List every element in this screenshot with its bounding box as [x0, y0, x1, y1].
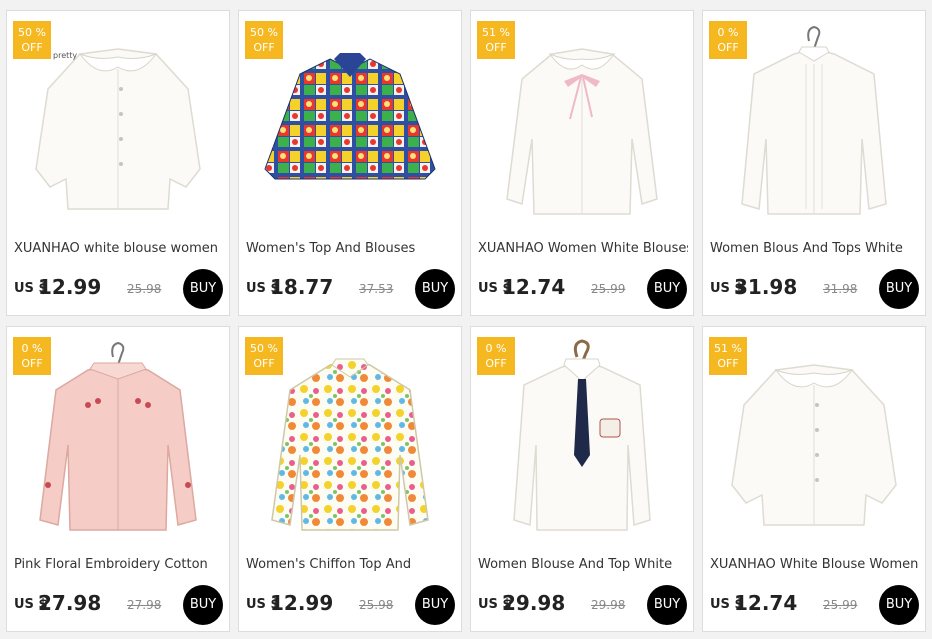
product-card[interactable]: pretty 50 % OFF XUANHAO white blouse wom…	[6, 10, 230, 316]
discount-percent: 51 %	[482, 26, 510, 39]
product-grid: pretty 50 % OFF XUANHAO white blouse wom…	[0, 0, 932, 639]
buy-button[interactable]: BUY	[415, 585, 455, 625]
original-price: 27.98	[127, 598, 162, 612]
buy-button[interactable]: BUY	[879, 585, 919, 625]
original-price: 37.53	[359, 282, 394, 296]
buy-button[interactable]: BUY	[183, 269, 223, 309]
current-price: 27.98	[38, 591, 102, 615]
price-row: US $ 12.99 25.98 BUY	[246, 585, 461, 625]
original-price: 25.99	[823, 598, 858, 612]
original-price: 25.98	[127, 282, 162, 296]
current-price: 12.99	[38, 275, 102, 299]
discount-percent: 0 %	[717, 26, 739, 39]
discount-badge: 51 % OFF	[477, 21, 515, 59]
discount-off-label: OFF	[253, 41, 275, 54]
current-price: 29.98	[502, 591, 566, 615]
product-title[interactable]: Women's Chiffon Top And	[246, 557, 456, 572]
original-price: 25.99	[591, 282, 626, 296]
discount-percent: 51 %	[714, 342, 742, 355]
original-price: 31.98	[823, 282, 858, 296]
discount-off-label: OFF	[21, 357, 43, 370]
product-card[interactable]: 0 % OFF Pink Floral Embroidery Cotton US…	[6, 326, 230, 632]
discount-badge: 0 % OFF	[709, 21, 747, 59]
discount-badge: 51 % OFF	[709, 337, 747, 375]
product-title[interactable]: Women's Top And Blouses	[246, 241, 456, 256]
discount-percent: 0 %	[485, 342, 507, 355]
product-card[interactable]: 50 % OFF Women's Chiffon Top And US $ 12…	[238, 326, 462, 632]
discount-percent: 50 %	[18, 26, 46, 39]
product-title[interactable]: XUANHAO White Blouse Women	[710, 557, 920, 572]
discount-percent: 0 %	[21, 342, 43, 355]
watermark-text: pretty	[53, 51, 78, 60]
price-row: US $ 12.74 25.99 BUY	[478, 269, 693, 309]
buy-button[interactable]: BUY	[647, 269, 687, 309]
discount-off-label: OFF	[717, 41, 739, 54]
product-title[interactable]: XUANHAO Women White Blouses	[478, 241, 688, 256]
current-price: 31.98	[734, 275, 798, 299]
buy-button[interactable]: BUY	[647, 585, 687, 625]
product-card[interactable]: 51 % OFF XUANHAO White Blouse Women US $…	[702, 326, 926, 632]
price-row: US $ 12.74 25.99 BUY	[710, 585, 925, 625]
original-price: 25.98	[359, 598, 394, 612]
discount-off-label: OFF	[21, 41, 43, 54]
discount-off-label: OFF	[485, 41, 507, 54]
buy-button[interactable]: BUY	[879, 269, 919, 309]
price-row: US $ 27.98 27.98 BUY	[14, 585, 229, 625]
discount-badge: 50 % OFF	[13, 21, 51, 59]
discount-badge: 0 % OFF	[477, 337, 515, 375]
product-title[interactable]: Women Blouse And Top White	[478, 557, 688, 572]
product-title[interactable]: Women Blous And Tops White	[710, 241, 920, 256]
current-price: 18.77	[270, 275, 334, 299]
discount-badge: 50 % OFF	[245, 337, 283, 375]
original-price: 29.98	[591, 598, 626, 612]
buy-button[interactable]: BUY	[415, 269, 455, 309]
product-title[interactable]: XUANHAO white blouse women	[14, 241, 224, 256]
current-price: 12.74	[734, 591, 798, 615]
product-card[interactable]: 0 % OFF Women Blous And Tops White US $ …	[702, 10, 926, 316]
discount-badge: 50 % OFF	[245, 21, 283, 59]
price-row: US $ 29.98 29.98 BUY	[478, 585, 693, 625]
product-card[interactable]: 51 % OFF XUANHAO Women White Blouses US …	[470, 10, 694, 316]
discount-percent: 50 %	[250, 26, 278, 39]
buy-button[interactable]: BUY	[183, 585, 223, 625]
price-row: US $ 12.99 25.98 BUY	[14, 269, 229, 309]
current-price: 12.74	[502, 275, 566, 299]
discount-badge: 0 % OFF	[13, 337, 51, 375]
discount-off-label: OFF	[485, 357, 507, 370]
price-row: US $ 31.98 31.98 BUY	[710, 269, 925, 309]
discount-percent: 50 %	[250, 342, 278, 355]
discount-off-label: OFF	[253, 357, 275, 370]
product-title[interactable]: Pink Floral Embroidery Cotton	[14, 557, 224, 572]
discount-off-label: OFF	[717, 357, 739, 370]
product-card[interactable]: 0 % OFF Women Blouse And Top White US $ …	[470, 326, 694, 632]
price-row: US $ 18.77 37.53 BUY	[246, 269, 461, 309]
current-price: 12.99	[270, 591, 334, 615]
product-card[interactable]: 50 % OFF Women's Top And Blouses US $ 18…	[238, 10, 462, 316]
